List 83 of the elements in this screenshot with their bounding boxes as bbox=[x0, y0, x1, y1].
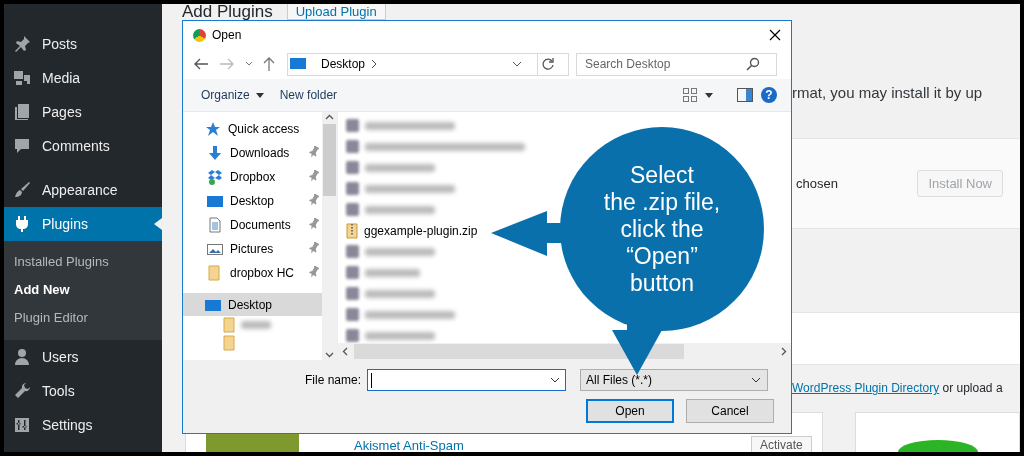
organize-button[interactable]: Organize bbox=[193, 83, 272, 107]
document-icon bbox=[207, 217, 223, 233]
up-arrow-icon[interactable] bbox=[263, 56, 275, 72]
zip-file-icon bbox=[346, 222, 358, 239]
menu-item[interactable]: Posts bbox=[4, 27, 162, 61]
text-cursor bbox=[371, 373, 372, 388]
menu-item[interactable]: Tools bbox=[4, 374, 162, 408]
chevron-right-icon bbox=[781, 347, 787, 356]
caret-icon bbox=[255, 92, 264, 98]
chevron-down-icon[interactable] bbox=[512, 60, 522, 68]
menu-item[interactable]: Media bbox=[4, 61, 162, 95]
media-icon bbox=[12, 68, 32, 88]
sliders-icon bbox=[12, 415, 32, 435]
new-folder-button[interactable]: New folder bbox=[271, 83, 346, 107]
nav-pane-item[interactable]: Desktop bbox=[183, 293, 322, 316]
nav-pane-item[interactable]: Desktop bbox=[183, 189, 322, 213]
submenu-item[interactable]: Add New bbox=[4, 276, 162, 304]
menu-item[interactable]: Users bbox=[4, 340, 162, 374]
horizontal-scrollbar[interactable] bbox=[338, 343, 791, 360]
preview-pane-icon[interactable] bbox=[737, 88, 753, 102]
folder-icon bbox=[223, 317, 235, 333]
file-row[interactable]: ggexample-plugin.zip bbox=[344, 220, 478, 241]
desktop-icon bbox=[290, 58, 306, 70]
file-name-field[interactable] bbox=[367, 369, 566, 391]
open-button[interactable]: Open bbox=[586, 399, 674, 423]
address-bar[interactable]: Desktop bbox=[287, 52, 569, 76]
menu-item[interactable]: Appearance bbox=[4, 173, 162, 207]
folder-icon bbox=[207, 265, 223, 281]
chevron-right-icon bbox=[370, 59, 379, 69]
file-name-label: File name: bbox=[303, 373, 362, 387]
directory-text: WordPress Plugin Directory or upload a bbox=[792, 381, 1004, 395]
search-input[interactable]: Search Desktop bbox=[585, 57, 746, 71]
plugin-name-link[interactable]: Akismet Anti-Spam bbox=[354, 439, 464, 452]
picture-icon bbox=[207, 241, 223, 257]
dropbox-icon bbox=[207, 169, 223, 185]
user-icon bbox=[12, 347, 32, 367]
file-type-dropdown[interactable]: All Files (*.*) bbox=[580, 369, 768, 391]
intro-text: rmat, you may install it by up bbox=[792, 84, 984, 103]
cancel-button[interactable]: Cancel bbox=[686, 399, 774, 423]
nav-pane-item[interactable]: Downloads bbox=[183, 141, 322, 165]
chevron-up-icon bbox=[325, 114, 334, 120]
back-arrow-icon[interactable] bbox=[193, 56, 209, 72]
forward-arrow-icon[interactable] bbox=[219, 56, 235, 72]
activate-button[interactable]: Activate bbox=[751, 436, 812, 452]
menu-item[interactable]: Pages bbox=[4, 95, 162, 129]
directory-link[interactable]: WordPress Plugin Directory bbox=[792, 381, 940, 395]
star-icon bbox=[205, 121, 221, 137]
nav-pane-item[interactable]: dropbox HC bbox=[183, 261, 322, 285]
chevron-left-icon bbox=[342, 347, 348, 356]
file-status-text: chosen bbox=[796, 176, 838, 191]
search-field[interactable]: Search Desktop bbox=[576, 52, 777, 76]
download-arrow-icon bbox=[207, 145, 223, 161]
plugin-logo-icon bbox=[897, 440, 978, 452]
desktop-icon bbox=[207, 193, 223, 209]
chevron-down-icon bbox=[751, 377, 761, 383]
upload-plugin-button[interactable]: Upload Plugin bbox=[286, 4, 386, 20]
callout-text: Select the .zip file, click the “Open” button bbox=[602, 162, 722, 297]
menu-item[interactable]: Comments bbox=[4, 129, 162, 163]
nav-pane-item[interactable]: Documents bbox=[183, 213, 322, 237]
submenu-item[interactable]: Plugin Editor bbox=[4, 304, 162, 332]
vertical-scrollbar[interactable] bbox=[322, 112, 337, 360]
brush-icon bbox=[12, 180, 32, 200]
chevron-down-icon bbox=[325, 352, 334, 358]
menu-item[interactable]: Settings bbox=[4, 408, 162, 442]
speech-bubble-icon bbox=[12, 136, 32, 156]
dialog-title: Open bbox=[212, 28, 243, 42]
nav-pane-item[interactable]: Quick access bbox=[183, 117, 322, 141]
folder-icon bbox=[223, 335, 235, 351]
page-title: Add Plugins bbox=[182, 4, 273, 20]
caret-icon[interactable] bbox=[705, 92, 713, 98]
browser-icon bbox=[193, 28, 206, 42]
menu-item[interactable]: Plugins bbox=[4, 207, 162, 241]
address-text: Desktop bbox=[321, 57, 366, 71]
search-icon bbox=[746, 57, 760, 71]
close-icon[interactable] bbox=[769, 29, 781, 41]
nav-pane-item[interactable]: Dropbox bbox=[183, 165, 322, 189]
submenu-item[interactable]: Installed Plugins bbox=[4, 248, 162, 276]
view-options-icon[interactable] bbox=[683, 88, 697, 102]
pages-icon bbox=[12, 102, 32, 122]
help-button[interactable]: ? bbox=[761, 87, 777, 103]
nav-pane-item[interactable]: Pictures bbox=[183, 237, 322, 261]
chevron-down-icon[interactable] bbox=[245, 60, 253, 68]
chevron-down-icon bbox=[550, 377, 560, 383]
